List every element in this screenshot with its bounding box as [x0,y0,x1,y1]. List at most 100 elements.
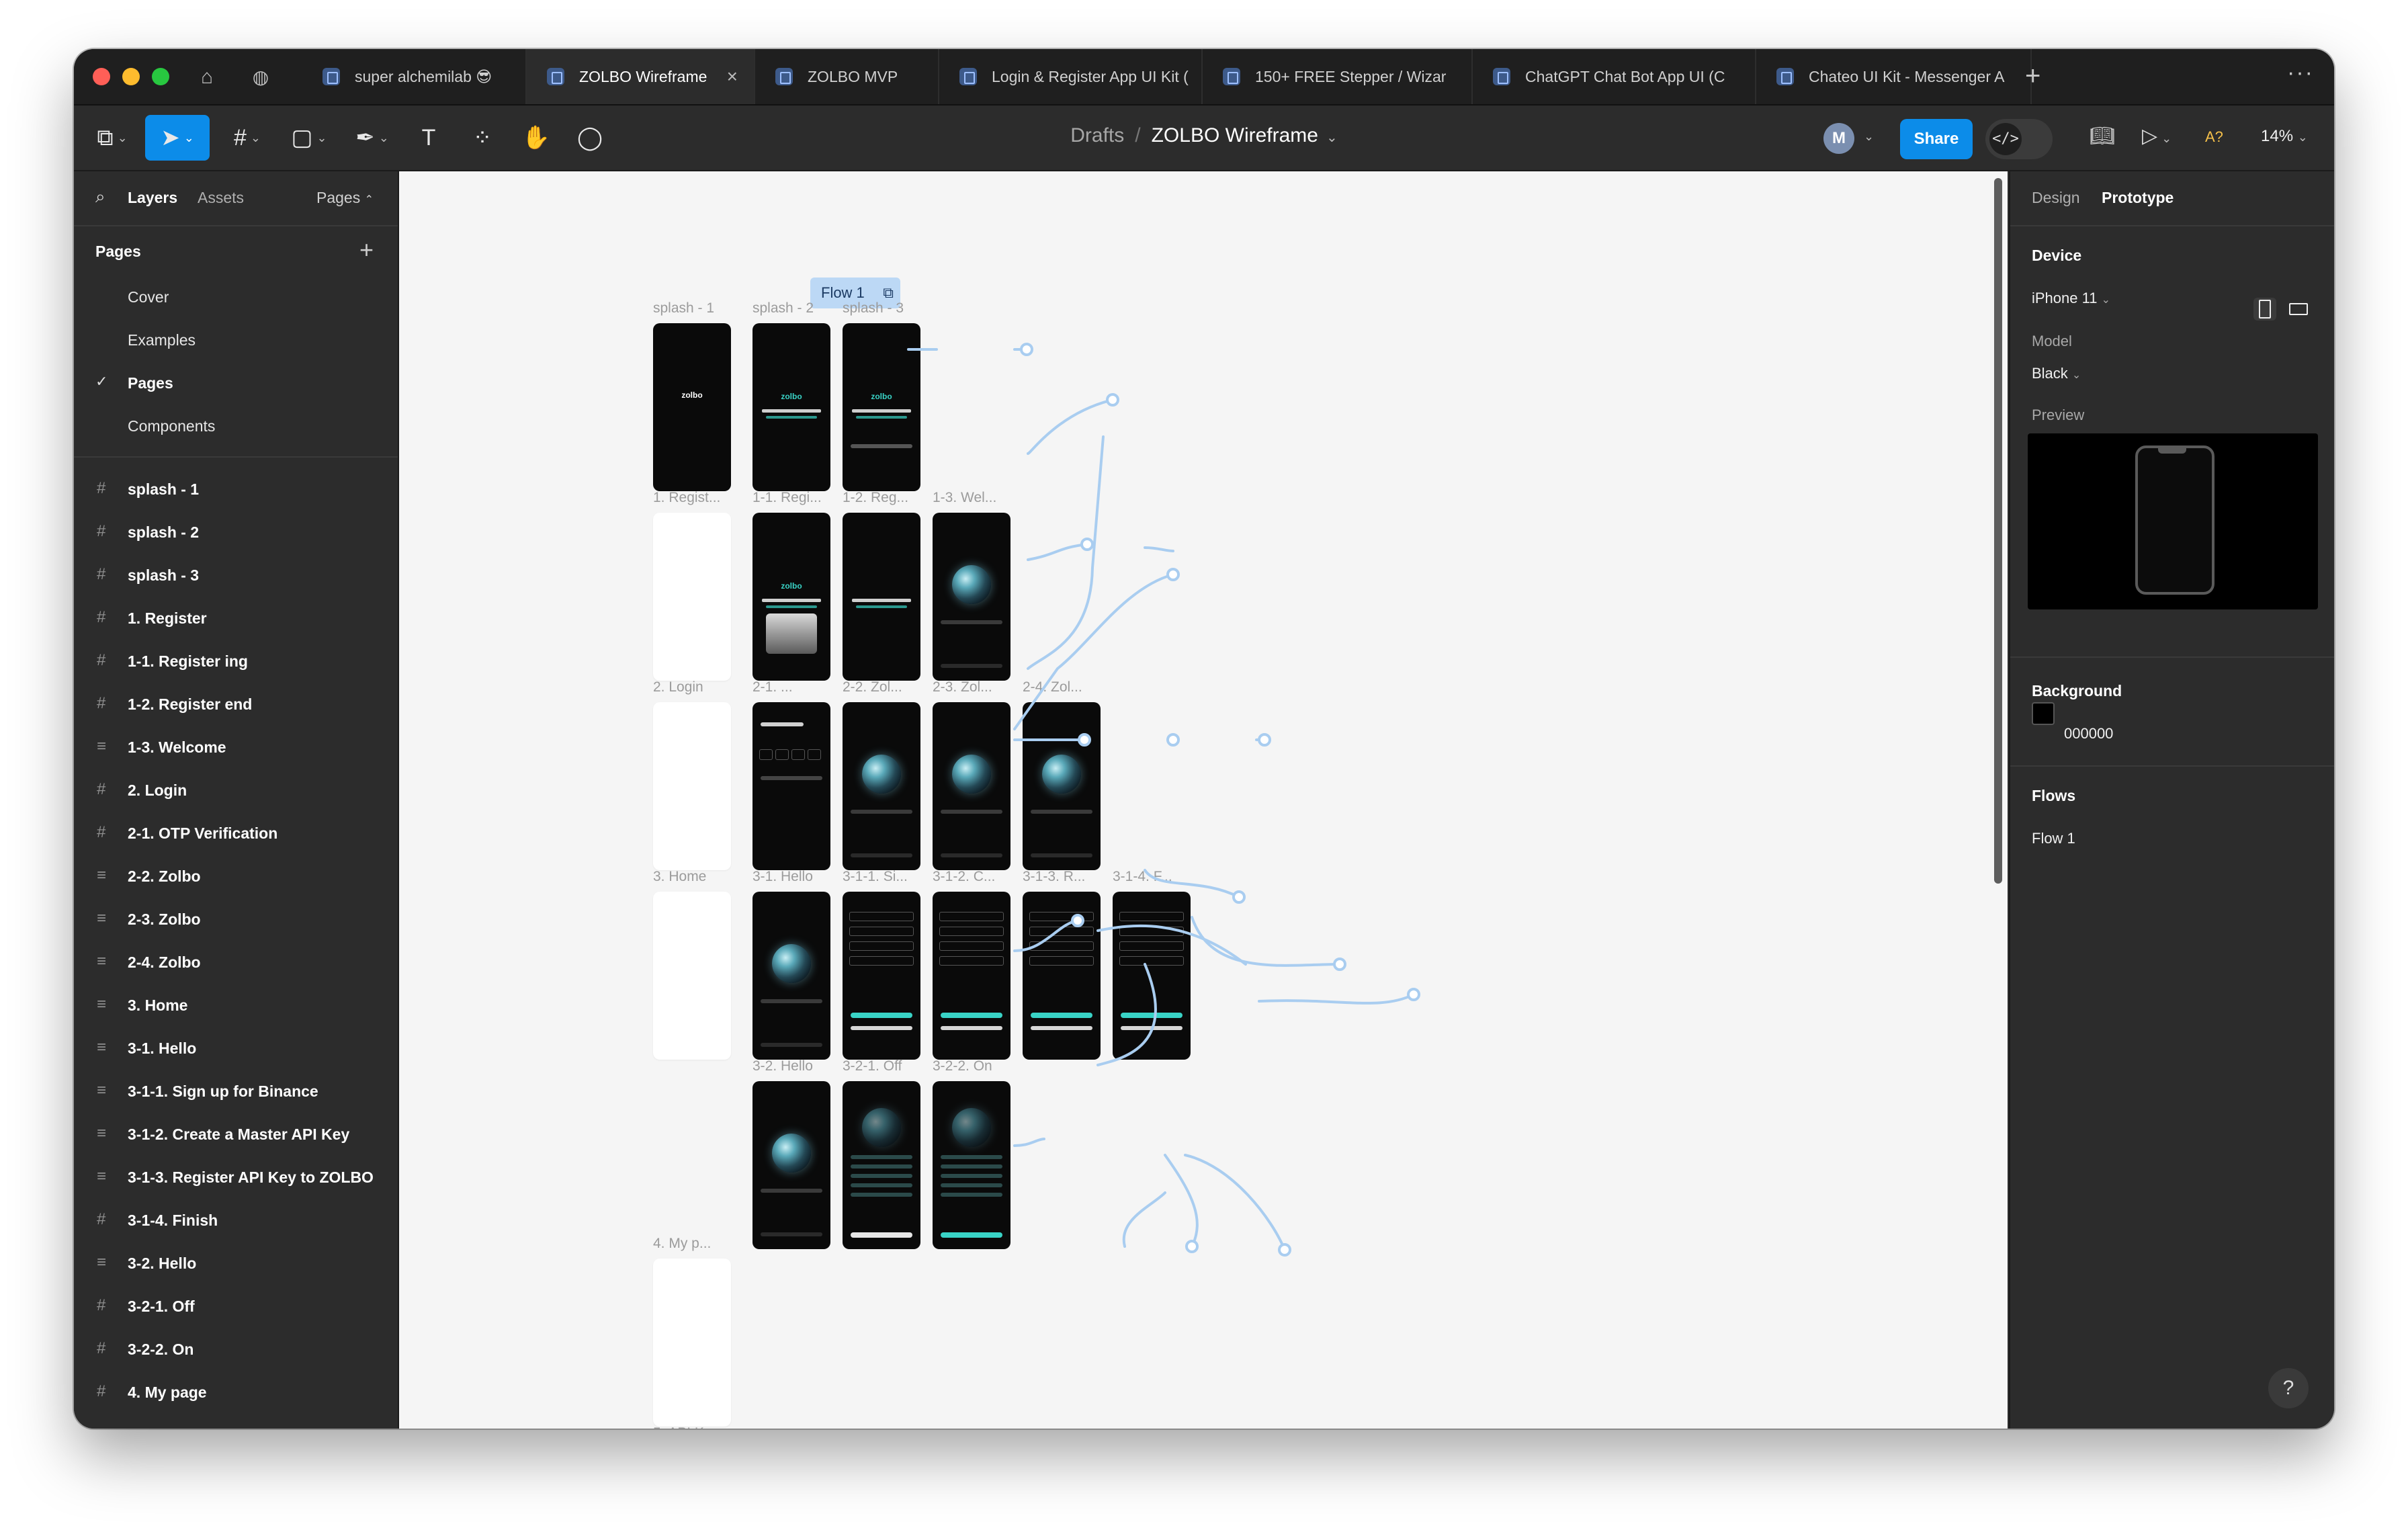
frame-label[interactable]: 3-2-1. Off [843,1058,902,1074]
library-icon[interactable]: 📖︎ [2090,124,2115,148]
layer-item[interactable]: ≡ 3-1. Hello [74,1026,398,1069]
background-color-swatch[interactable] [2032,702,2055,725]
frame-label[interactable]: 4. My p... [653,1236,711,1252]
browser-tab[interactable]: ChatGPT Chat Bot App UI (C [1473,49,1756,104]
screen-frame[interactable] [843,1081,920,1249]
frame-label[interactable]: 3-2. Hello [752,1058,813,1074]
browser-tab[interactable]: ZOLBO Wireframe × [527,49,755,104]
layer-item[interactable]: #3-2-2. On [74,1327,398,1370]
avatar[interactable]: M [1823,123,1854,154]
frame-label[interactable]: splash - 2 [752,300,814,316]
device-select[interactable]: iPhone 11 ⌄ [2032,290,2110,307]
close-tab-icon[interactable]: × [710,66,738,87]
help-button[interactable]: ? [2268,1368,2309,1408]
screen-frame[interactable] [843,513,920,681]
globe-icon[interactable]: ◍ [247,64,274,91]
screen-frame[interactable] [752,702,830,870]
frame-label[interactable]: 2-3. Zol... [933,679,992,695]
close-window-button[interactable] [93,68,110,85]
screen-frame[interactable] [1023,892,1101,1060]
page-item[interactable]: Examples [74,318,398,361]
more-icon[interactable]: ··· [2287,60,2314,86]
ai-badge[interactable]: A? [2205,128,2223,146]
screen-frame[interactable] [843,892,920,1060]
frame-label[interactable]: 2. Login [653,679,703,695]
layer-item[interactable]: ≡ 3-1-1. Sign up for Binance [74,1069,398,1112]
layer-item[interactable]: ≡ 1-3. Welcome [74,725,398,768]
layer-item[interactable]: ≡ 2-4. Zolbo [74,940,398,983]
add-page-button[interactable]: + [359,236,374,264]
screen-frame[interactable] [843,702,920,870]
frame-label[interactable]: 3-1-4. F... [1113,869,1172,885]
search-icon[interactable]: ⌕ [95,186,105,208]
layer-item[interactable]: #1. Register [74,596,398,639]
frame-label[interactable]: splash - 3 [843,300,904,316]
tab-design[interactable]: Design [2032,189,2080,207]
screen-frame[interactable] [653,1259,731,1427]
screen-frame[interactable] [1113,892,1191,1060]
frame-label[interactable]: 1-2. Reg... [843,490,908,506]
layer-item[interactable]: #4. My page [74,1370,398,1413]
layer-item[interactable]: #3-1-4. Finish [74,1198,398,1241]
frame-label[interactable]: 1. Regist... [653,490,720,506]
layer-item[interactable]: ≡ 3-2. Hello [74,1241,398,1284]
layer-item[interactable]: #3-2-1. Off [74,1284,398,1327]
frame-label[interactable]: 3-1-1. Si... [843,869,908,885]
tab-layers[interactable]: Layers [128,189,177,207]
chevron-down-icon[interactable]: ⌄ [1326,130,1338,145]
browser-tab[interactable]: Chateo UI Kit - Messenger A [1756,49,2032,104]
new-tab-button[interactable]: + [2025,61,2040,91]
home-icon[interactable]: ⌂ [194,64,220,91]
screen-frame[interactable] [933,1081,1010,1249]
chevron-down-icon[interactable]: ⌄ [1864,130,1874,144]
screen-frame[interactable] [1023,702,1101,870]
minimize-window-button[interactable] [122,68,140,85]
screen-frame[interactable]: zolbo [653,323,731,491]
screen-frame[interactable] [752,1081,830,1249]
zoom-level[interactable]: 14% ⌄ [2261,127,2308,146]
tab-prototype[interactable]: Prototype [2102,189,2174,207]
frame-label[interactable]: 3-1. Hello [752,869,813,885]
flow-item[interactable]: Flow 1 [2032,830,2075,847]
portrait-orientation-button[interactable] [2253,298,2276,321]
frame-label[interactable]: 3-1-2. C... [933,869,995,885]
screen-frame[interactable]: zolbo [752,323,830,491]
screen-frame[interactable] [653,513,731,681]
screen-frame[interactable] [653,702,731,870]
screen-frame[interactable] [653,892,731,1060]
browser-tab[interactable]: Login & Register App UI Kit ( [939,49,1203,104]
vertical-scrollbar[interactable] [1994,178,2002,884]
browser-tab[interactable]: super alchemilab 😎 [302,49,527,104]
design-canvas[interactable]: Flow 1 ⧉ splash - 1 zolbo splash - 2 zolbo s… [399,171,2008,1429]
frame-label[interactable]: 2-2. Zol... [843,679,902,695]
frame-label[interactable]: 5. API Key [653,1425,719,1429]
layer-item[interactable]: #2. Login [74,768,398,811]
frame-label[interactable]: 2-1. ... [752,679,793,695]
page-item[interactable]: Cover [74,275,398,318]
frame-label[interactable]: 3-2-2. On [933,1058,992,1074]
screen-frame[interactable]: zolbo [843,323,920,491]
frame-label[interactable]: splash - 1 [653,300,714,316]
browser-tab[interactable]: ZOLBO MVP [755,49,939,104]
screen-frame[interactable]: zolbo [752,513,830,681]
frame-label[interactable]: 3. Home [653,869,706,885]
frame-label[interactable]: 1-1. Regi... [752,490,822,506]
layer-item[interactable]: # splash - 3 [74,553,398,596]
dev-mode-toggle[interactable]: </> [1985,119,2053,159]
layer-item[interactable]: # splash - 2 [74,510,398,553]
layer-item[interactable]: ≡ 3-1-2. Create a Master API Key [74,1112,398,1155]
model-select[interactable]: Black ⌄ [2032,365,2081,382]
screen-frame[interactable] [933,702,1010,870]
share-button[interactable]: Share [1900,119,1973,159]
page-item[interactable]: Components [74,404,398,447]
tab-assets[interactable]: Assets [198,189,244,207]
layer-item[interactable]: ≡ 3-1-3. Register API Key to ZOLBO [74,1155,398,1198]
frame-label[interactable]: 2-4. Zol... [1023,679,1082,695]
layer-item[interactable]: ≡ 2-3. Zolbo [74,897,398,940]
layer-item[interactable]: # splash - 1 [74,467,398,510]
file-name[interactable]: ZOLBO Wireframe [1152,124,1318,146]
landscape-orientation-button[interactable] [2287,298,2310,321]
breadcrumb-drafts[interactable]: Drafts [1070,124,1124,146]
screen-frame[interactable] [933,513,1010,681]
page-item[interactable]: ✓ Pages [74,361,398,404]
